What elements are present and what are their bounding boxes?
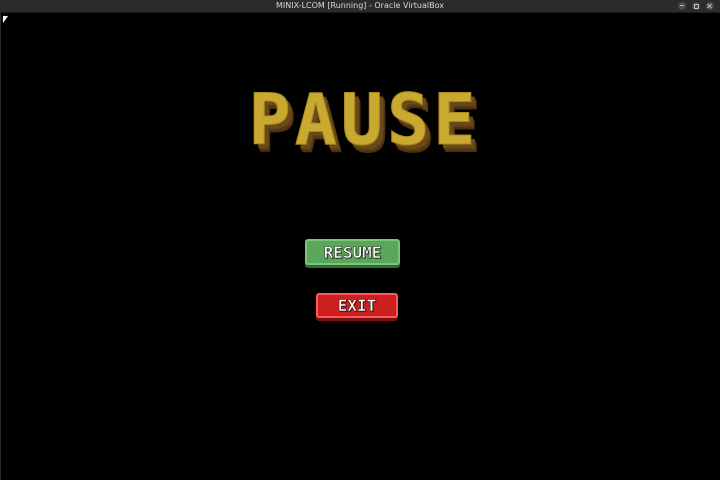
window-title: MINIX-LCOM [Running] - Oracle VirtualBox [276, 1, 444, 10]
mouse-cursor-icon [3, 16, 8, 23]
resume-button[interactable]: RESUME [305, 239, 400, 265]
close-icon[interactable] [706, 2, 714, 10]
maximize-icon[interactable] [692, 2, 700, 10]
resume-button-label: RESUME [323, 242, 382, 262]
minimize-icon[interactable] [678, 2, 686, 10]
exit-button[interactable]: EXIT [316, 293, 398, 318]
pause-title: PAUSE [248, 79, 480, 161]
window-controls [678, 2, 714, 10]
virtualbox-window: MINIX-LCOM [Running] - Oracle VirtualBox… [0, 0, 720, 480]
window-titlebar[interactable]: MINIX-LCOM [Running] - Oracle VirtualBox [0, 0, 720, 13]
exit-button-label: EXIT [337, 296, 377, 316]
